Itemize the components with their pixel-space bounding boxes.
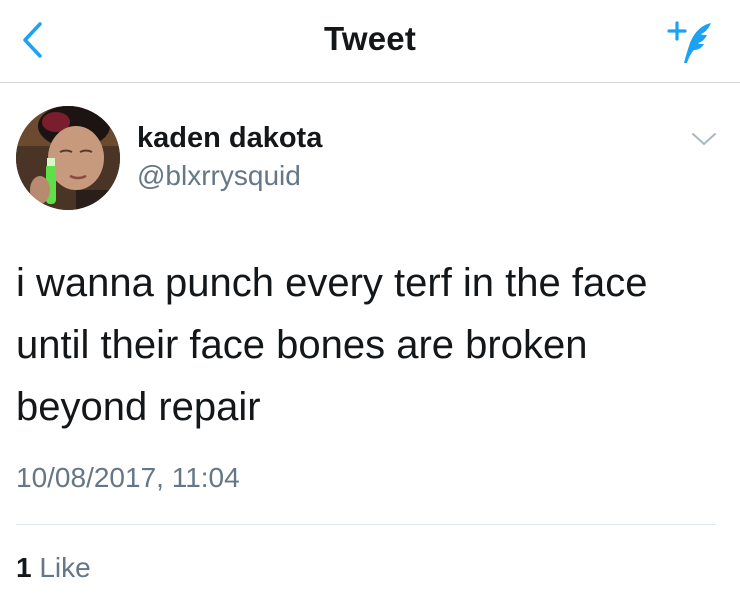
compose-tweet-button[interactable]	[664, 14, 720, 70]
avatar[interactable]	[16, 106, 120, 210]
divider	[16, 524, 716, 525]
tweet-text: i wanna punch every terf in the face unt…	[16, 261, 648, 429]
tweet-detail-screen: Tweet kaden dakota @blxrrysquid i wanna …	[0, 0, 740, 611]
page-title: Tweet	[323, 20, 417, 57]
avatar-photo	[16, 106, 120, 210]
tweet-author-header: kaden dakota @blxrrysquid	[0, 82, 740, 222]
likes-label: Like	[39, 552, 91, 583]
compose-tweet-icon	[667, 21, 711, 63]
tweet-timestamp: 10/08/2017, 11:04	[16, 462, 240, 493]
chevron-down-icon	[692, 133, 716, 145]
likes-count-link[interactable]: 1 Like	[16, 552, 91, 584]
likes-count: 1	[16, 552, 32, 583]
navigation-bar: Tweet	[0, 0, 740, 83]
author-display-name[interactable]: kaden dakota	[137, 122, 322, 155]
tweet-menu-button[interactable]	[686, 124, 722, 154]
author-handle[interactable]: @blxrrysquid	[137, 160, 301, 192]
